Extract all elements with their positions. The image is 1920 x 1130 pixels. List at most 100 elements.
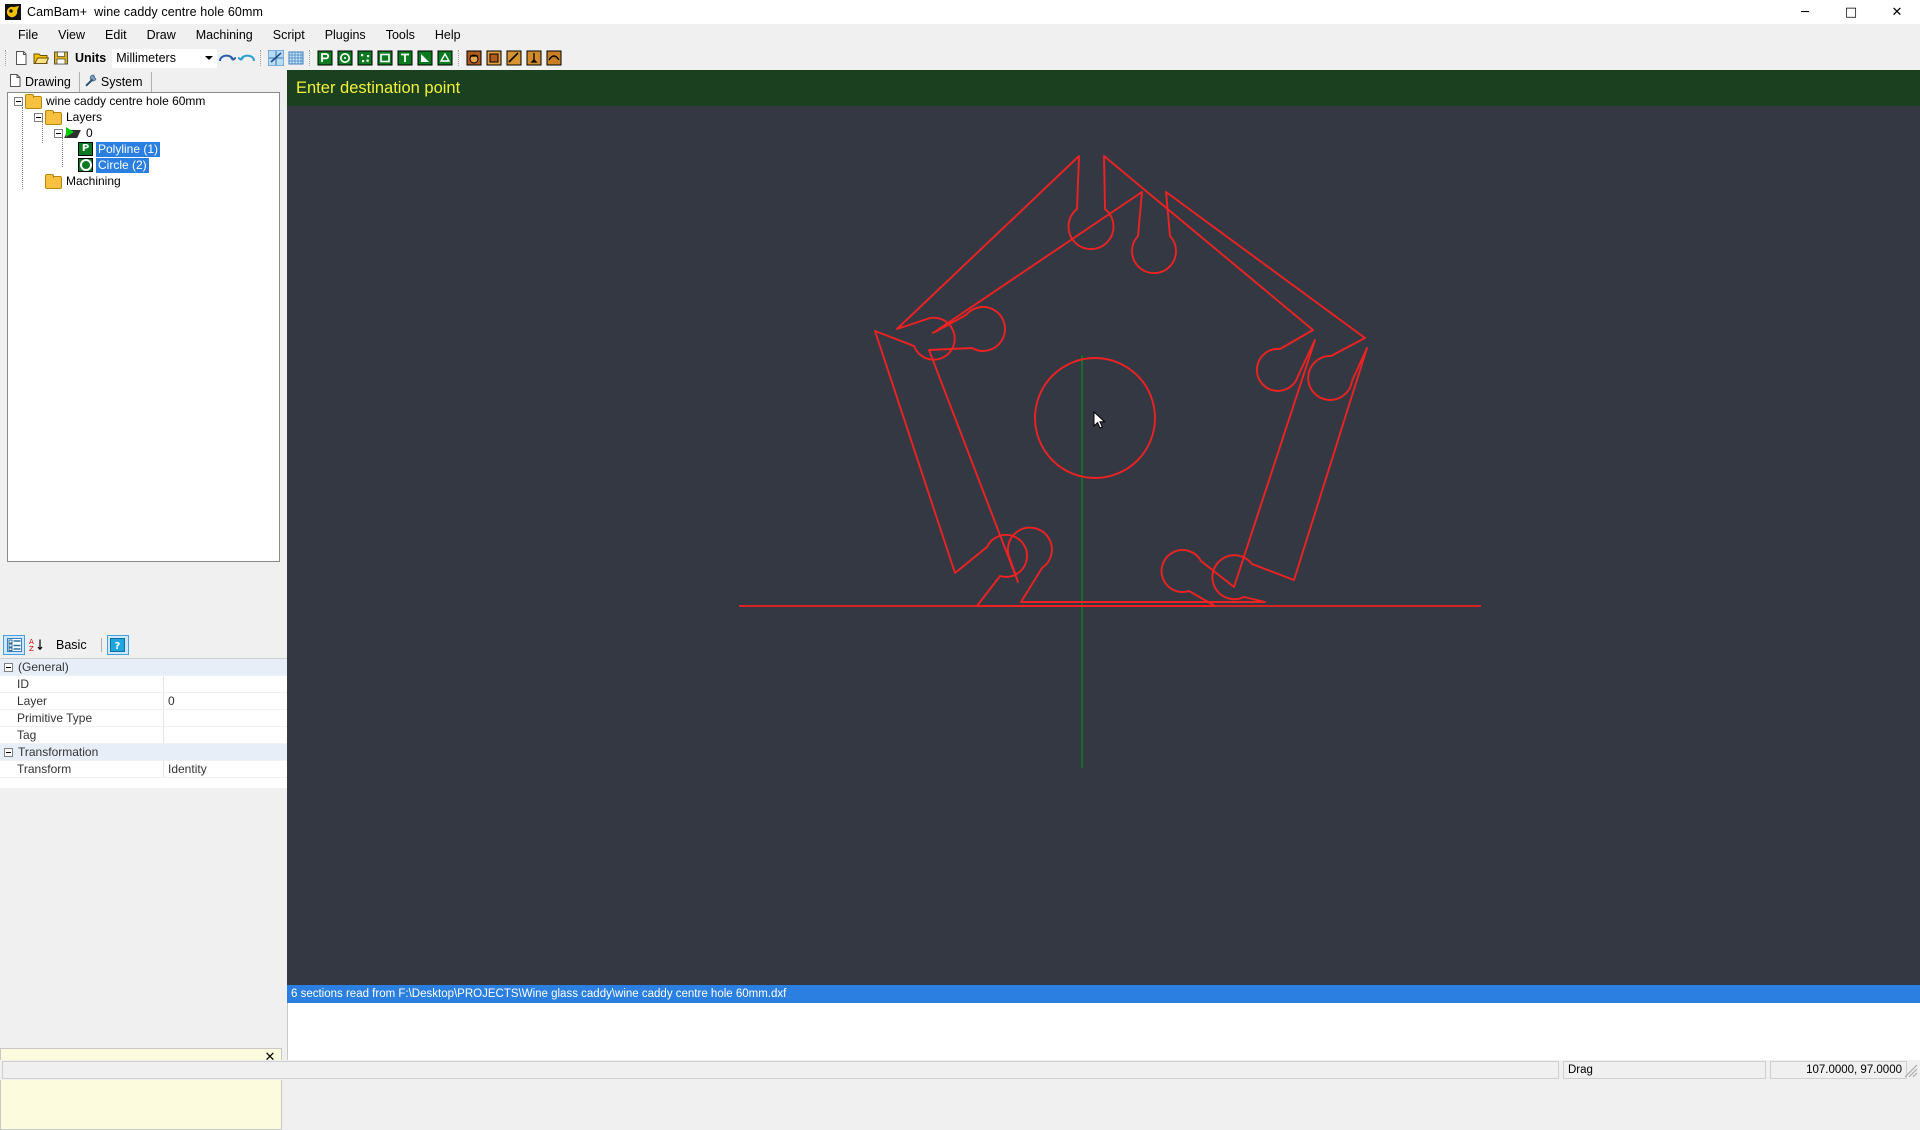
machining-engrave-icon[interactable] (504, 48, 524, 68)
main-toolbar: Units Millimeters (0, 46, 1920, 70)
svg-text:Z: Z (29, 645, 34, 652)
minimize-button[interactable]: ─ (1782, 0, 1828, 24)
property-category-label: (General) (18, 660, 69, 674)
expander-icon[interactable] (54, 128, 63, 138)
redo-icon[interactable] (237, 48, 257, 68)
property-help-icon[interactable]: ? (106, 635, 129, 655)
statusbar-left-panel (2, 1061, 1559, 1079)
show-grid-icon[interactable] (286, 48, 306, 68)
layer-icon (65, 126, 81, 140)
machining-3dprofile-icon[interactable] (544, 48, 564, 68)
menu-help[interactable]: Help (425, 25, 471, 46)
cambam-logo-icon (5, 4, 21, 20)
undo-icon[interactable] (217, 48, 237, 68)
draw-circle-icon[interactable] (335, 48, 355, 68)
tree-item-label: Circle (2) (96, 157, 149, 173)
property-category-general[interactable]: (General) (0, 659, 287, 676)
toolbar-grip-2[interactable] (260, 50, 264, 66)
folder-icon (25, 94, 42, 109)
expander-icon[interactable] (14, 96, 23, 106)
prompt-banner-text: Enter destination point (296, 78, 461, 97)
menu-view[interactable]: View (48, 25, 95, 46)
toolbar-grip-3[interactable] (309, 50, 313, 66)
svg-text:?: ? (115, 641, 121, 652)
window-title: CamBam+ wine caddy centre hole 60mm (27, 5, 263, 19)
maximize-button[interactable]: □ (1828, 0, 1874, 24)
statusbar-mode-panel: Drag (1563, 1061, 1766, 1079)
project-tree[interactable]: wine caddy centre hole 60mm Layers 0 P P… (7, 92, 280, 562)
close-button[interactable]: ✕ (1874, 0, 1920, 24)
expander-icon[interactable] (4, 662, 13, 672)
property-row-transform[interactable]: Transform Identity (0, 761, 287, 778)
machining-drill-icon[interactable] (524, 48, 544, 68)
property-grid[interactable]: (General) ID Layer 0 Primitive Type Tag … (0, 658, 287, 788)
resize-grip-icon[interactable] (1904, 1064, 1918, 1078)
tree-item-machining[interactable]: Machining (8, 173, 279, 189)
tab-drawing-label: Drawing (25, 75, 71, 89)
categorized-view-icon[interactable] (3, 635, 25, 655)
units-combobox[interactable]: Millimeters (112, 48, 218, 68)
save-file-icon[interactable] (51, 48, 71, 68)
drawing-viewport[interactable] (287, 106, 1920, 985)
alphabetic-sort-icon[interactable]: A Z (26, 636, 46, 654)
new-file-icon[interactable] (11, 48, 31, 68)
tree-item-layer-0[interactable]: 0 (8, 125, 279, 141)
polyline-geometry (928, 191, 1368, 603)
cad-geometry (739, 155, 1481, 768)
draw-text-icon[interactable] (395, 48, 415, 68)
menu-plugins[interactable]: Plugins (315, 25, 376, 46)
snap-to-points-icon[interactable] (266, 48, 286, 68)
folder-icon (45, 174, 62, 189)
status-message-text: 6 sections read from F:\Desktop\PROJECTS… (291, 988, 787, 1000)
draw-arc-icon[interactable] (415, 48, 435, 68)
drawing-canvas-area[interactable]: Enter destination point (287, 70, 1920, 985)
tree-item-polyline[interactable]: P Polyline (1) (8, 141, 279, 157)
toolbar-grip[interactable] (5, 50, 8, 66)
open-file-icon[interactable] (31, 48, 51, 68)
property-mode-label[interactable]: Basic (56, 638, 87, 652)
page-icon (10, 74, 21, 90)
property-row-layer[interactable]: Layer 0 (0, 693, 287, 710)
expander-icon[interactable] (34, 112, 43, 122)
tab-system[interactable]: System (80, 72, 152, 92)
property-row-id[interactable]: ID (0, 676, 287, 693)
polyline-icon: P (78, 142, 93, 156)
property-row-tag[interactable]: Tag (0, 727, 287, 744)
tree-item-label: Machining (66, 173, 121, 188)
property-name: Tag (0, 727, 164, 743)
chevron-down-icon[interactable] (205, 56, 214, 60)
wrench-icon (84, 74, 97, 90)
tree-item-circle[interactable]: Circle (2) (8, 157, 279, 173)
property-category-transformation[interactable]: Transformation (0, 744, 287, 761)
draw-rectangle-icon[interactable] (375, 48, 395, 68)
menu-machining[interactable]: Machining (186, 25, 263, 46)
menu-draw[interactable]: Draw (137, 25, 186, 46)
draw-polyline-icon[interactable] (315, 48, 335, 68)
prompt-banner: Enter destination point (287, 70, 1920, 106)
toolbar-grip-4[interactable] (458, 50, 462, 66)
menu-file[interactable]: File (8, 25, 48, 46)
toolbar-divider (100, 638, 102, 652)
menu-script[interactable]: Script (263, 25, 315, 46)
property-value[interactable]: 0 (164, 693, 175, 709)
property-name: Transform (0, 761, 164, 777)
tree-item-layers[interactable]: Layers (8, 109, 279, 125)
machining-pocket-icon[interactable] (484, 48, 504, 68)
expander-icon[interactable] (4, 747, 13, 757)
property-row-primitive-type[interactable]: Primitive Type (0, 710, 287, 727)
menu-bar: File View Edit Draw Machining Script Plu… (0, 24, 1920, 46)
units-label: Units (75, 51, 107, 65)
statusbar-coordinates-panel: 107.0000, 97.0000 (1770, 1061, 1907, 1079)
property-category-label: Transformation (18, 745, 99, 759)
tab-drawing[interactable]: Drawing (6, 72, 80, 92)
tree-item-project[interactable]: wine caddy centre hole 60mm (8, 93, 279, 109)
draw-surface-icon[interactable] (435, 48, 455, 68)
draw-points-icon[interactable] (355, 48, 375, 68)
status-message-bar: 6 sections read from F:\Desktop\PROJECTS… (287, 985, 1920, 1003)
left-panel: Drawing System wine caddy centre hole 60… (0, 70, 287, 1130)
circle-icon (78, 158, 93, 172)
property-value[interactable]: Identity (164, 761, 207, 777)
menu-edit[interactable]: Edit (95, 25, 137, 46)
menu-tools[interactable]: Tools (376, 25, 425, 46)
machining-profile-icon[interactable] (464, 48, 484, 68)
